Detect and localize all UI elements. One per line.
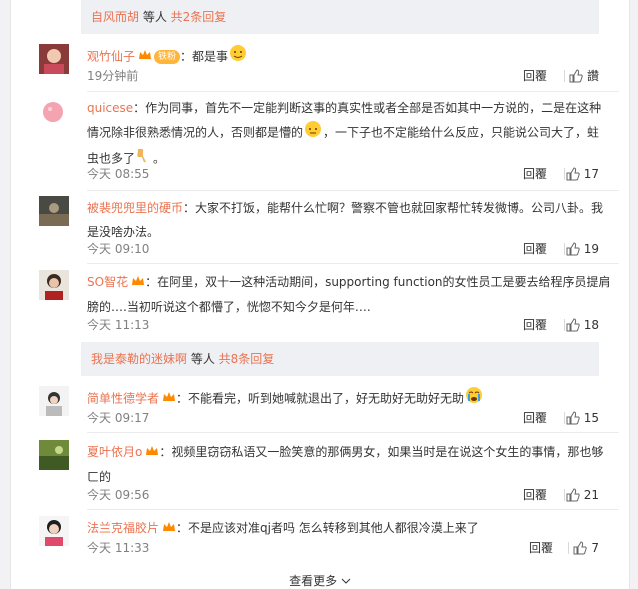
divider [87,509,619,510]
like-button[interactable]: 21 [566,485,599,508]
thumbs-up-icon [566,488,580,508]
comment-time: 今天 11:13 [87,318,150,332]
avatar[interactable] [39,44,69,74]
like-button[interactable]: 19 [566,239,599,262]
comment-time: 今天 11:33 [87,541,150,555]
comment-time: 今天 09:17 [87,411,150,425]
reply-button[interactable]: 回覆 [523,485,547,505]
reply-sep: 等人 [139,10,171,24]
divider [87,263,619,264]
like-count: 21 [583,488,599,502]
comment-time: 今天 09:56 [87,488,150,502]
divider [87,190,619,191]
vip-icon [162,517,176,541]
like-button[interactable]: 15 [566,408,599,431]
reply-button[interactable]: 回覆 [523,164,547,184]
see-more-label: 查看更多 [289,574,338,588]
like-button[interactable]: 讚 [569,66,599,89]
reply-button[interactable]: 回覆 [523,239,547,259]
avatar[interactable] [39,440,69,470]
divider [564,70,565,82]
like-button[interactable]: 7 [573,538,599,561]
reply-user[interactable]: 我是泰勒的迷妹啊 [91,352,187,366]
like-count: 19 [583,242,599,256]
like-button[interactable]: 18 [566,315,599,338]
comment-text: ：不是应该对准qj者吗 怎么转移到其他人都很冷漠上来了 [176,521,479,535]
thumbs-up-icon [566,411,580,431]
thumbs-up-icon [573,541,588,561]
divider [568,542,569,554]
comment-time: 19分钟前 [87,69,139,83]
divider [87,91,619,92]
comment-text: ：视频里窃窃私语又一脸笑意的那俩男女，如果当时是在说这个女生的事情，那也够ㄈ的 [87,445,604,484]
comment-text: ：在阿里，双十一这种活动期间，supporting function的女性员工是… [87,275,611,314]
username[interactable]: SO智花 [87,275,128,289]
comment-text: ：不能看完，听到她喊就退出了，好无助好无助好无助 [176,391,465,406]
reply-button[interactable]: 回覆 [523,315,547,335]
username[interactable]: 简单性德学者 [87,392,159,406]
reply-user[interactable]: 自风而胡 [91,10,139,24]
vip-icon [145,441,159,465]
reply-count-link[interactable]: 共8条回复 [219,352,275,366]
fan-badge: 铁粉 [154,50,181,64]
chevron-down-icon [341,574,351,588]
thumbs-up-icon [569,69,583,89]
reply-sep: 等人 [187,352,219,366]
vip-icon [131,271,145,295]
reply-button[interactable]: 回覆 [523,408,547,428]
thumbs-up-icon [566,167,580,187]
reply-button[interactable]: 回覆 [523,66,547,86]
comment-time: 今天 08:55 [87,167,150,181]
like-count: 讚 [586,69,599,83]
like-count: 18 [583,318,599,332]
avatar[interactable] [39,386,69,416]
like-count: 17 [583,167,599,181]
more-replies-bar[interactable]: 自风而胡 等人 共2条回复 [81,0,599,34]
avatar[interactable] [39,270,69,300]
username[interactable]: quicese [87,101,133,115]
like-count: 15 [583,411,599,425]
like-button[interactable]: 17 [566,164,599,187]
comment-text: ：都是事 [180,49,229,64]
username[interactable]: 法兰克福胶片 [87,521,159,535]
emoji-icon [303,120,323,146]
username[interactable]: 夏叶依月o [87,445,142,459]
like-count: 7 [591,541,599,555]
more-replies-bar[interactable]: 我是泰勒的迷妹啊 等人 共8条回复 [81,342,599,376]
reply-button[interactable]: 回覆 [529,538,553,558]
thumbs-up-icon [566,318,580,338]
divider [87,432,619,433]
thumbs-up-icon [566,242,580,262]
comment-time: 今天 09:10 [87,242,150,256]
see-more-link[interactable]: 查看更多 [11,572,629,589]
username[interactable]: 被裴兜兜里的硬币 [87,201,183,215]
comment-panel: 自风而胡 等人 共2条回复 观竹仙子 铁粉 ：都是事 19分钟前 回覆 讚 quic… [10,0,630,589]
reply-count-link[interactable]: 共2条回复 [171,10,227,24]
avatar[interactable] [39,96,69,126]
avatar[interactable] [39,196,69,226]
username[interactable]: 观竹仙子 [87,50,135,64]
avatar[interactable] [39,516,69,546]
